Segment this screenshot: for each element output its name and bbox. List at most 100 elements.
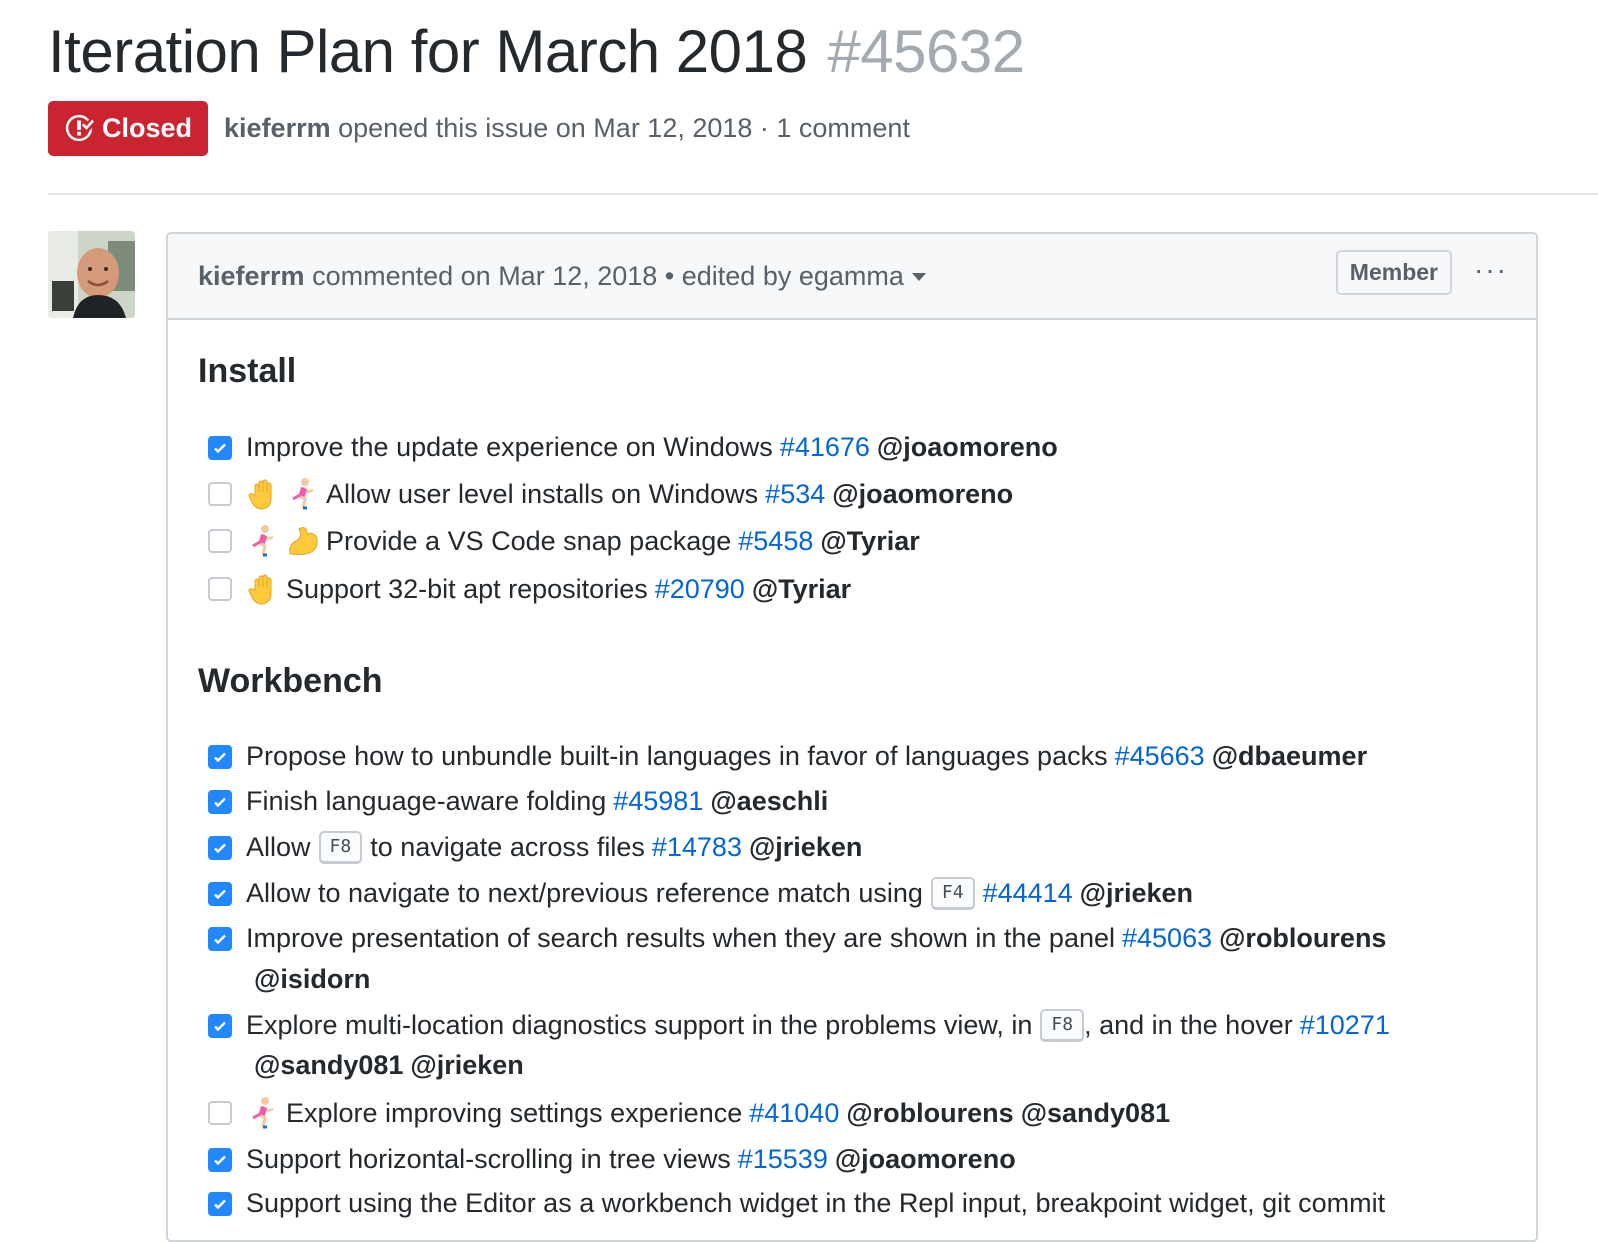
task-item: Support 32-bit apt repositories #20790 @Ty… [208, 572, 851, 606]
flexed-biceps-icon [289, 527, 318, 555]
user-mention[interactable]: @joaomoreno [877, 432, 1058, 463]
task-item: Allow F8 to navigate across files #14783 @jr… [208, 831, 862, 864]
check-icon [214, 752, 226, 762]
task-text: Finish language-aware folding [246, 786, 607, 816]
task-checkbox[interactable] [208, 835, 232, 860]
issue-link[interactable]: #534 [765, 479, 825, 510]
issue-link[interactable]: #10271 [1300, 1010, 1390, 1041]
check-icon [214, 443, 226, 453]
task-checkbox[interactable] [208, 881, 232, 906]
user-mention[interactable]: @dbaeumer [1212, 741, 1367, 772]
task-item: Allow user level installs on Windows #534… [208, 477, 1013, 511]
check-icon [214, 1155, 226, 1165]
task-checkbox[interactable] [208, 1101, 232, 1125]
issue-link[interactable]: #41676 [780, 432, 870, 463]
task-text: Explore improving settings experience [286, 1097, 743, 1128]
caret-down-icon[interactable] [911, 273, 926, 282]
user-mention[interactable]: @sandy081 [1021, 1098, 1170, 1129]
user-mention[interactable]: @roblourens [846, 1098, 1013, 1129]
check-icon [214, 889, 226, 899]
task-text: Propose how to unbundle built-in languag… [246, 741, 1108, 771]
issue-link[interactable]: #41040 [749, 1098, 839, 1129]
task-checkbox[interactable] [208, 435, 232, 460]
task-item: Improve the update experience on Windows… [208, 432, 1058, 463]
keyboard-key: F4 [930, 877, 975, 910]
task-text: to navigate across files [370, 832, 645, 862]
task-text: Support horizontal-scrolling in tree vie… [246, 1144, 731, 1174]
issue-opened-text: opened this issue on Mar 12, 2018 · 1 co… [338, 112, 910, 143]
task-item: Explore multi-location diagnostics suppo… [208, 1009, 1390, 1042]
member-badge: Member [1335, 250, 1452, 295]
issue-link[interactable]: #45063 [1122, 923, 1212, 954]
check-icon [214, 797, 226, 807]
runner-icon [252, 1097, 274, 1129]
comment-header-text: kieferrm commented on Mar 12, 2018 • edi… [198, 261, 926, 292]
task-text: Explore multi-location diagnostics suppo… [246, 1010, 1033, 1040]
check-icon [214, 1021, 226, 1031]
task-item: Explore improving settings experience #41… [208, 1096, 1170, 1130]
task-checkbox[interactable] [208, 1147, 232, 1172]
issue-link[interactable]: #44414 [983, 878, 1073, 909]
issue-closed-icon [65, 114, 94, 142]
user-mention[interactable]: @Tyriar [820, 526, 919, 557]
task-continuation: @isidorn [254, 964, 370, 995]
comment-edited-text[interactable]: commented on Mar 12, 2018 • edited by eg… [312, 261, 904, 291]
user-mention[interactable]: @jrieken [410, 1050, 523, 1080]
issue-link[interactable]: #5458 [738, 526, 813, 557]
check-icon [214, 934, 226, 944]
task-checkbox[interactable] [208, 1013, 232, 1038]
task-item: Propose how to unbundle built-in languag… [208, 741, 1367, 772]
raised-hand-icon [248, 574, 272, 605]
issue-title: Iteration Plan for March 2018 #45632 [48, 14, 1025, 90]
runner-icon [252, 525, 274, 557]
task-text: Allow [246, 832, 311, 862]
task-item: Allow to navigate to next/previous refer… [208, 877, 1193, 910]
issue-link[interactable]: #14783 [652, 832, 742, 863]
user-mention[interactable]: @joaomoreno [835, 1144, 1016, 1175]
issue-link[interactable]: #45981 [613, 786, 703, 817]
check-icon [214, 843, 226, 853]
task-text: Allow user level installs on Windows [326, 478, 759, 509]
more-dots-icon[interactable]: ··· [1474, 256, 1508, 284]
task-checkbox[interactable] [208, 577, 232, 601]
task-text: Improve presentation of search results w… [246, 923, 1115, 953]
issue-link[interactable]: #20790 [655, 574, 745, 605]
check-icon [214, 1199, 226, 1209]
comment-author-link[interactable]: kieferrm [198, 261, 305, 291]
issue-number: #45632 [827, 18, 1025, 85]
issue-link[interactable]: #15539 [738, 1144, 828, 1175]
task-text: Support 32-bit apt repositories [286, 573, 648, 604]
task-text: Support using the Editor as a workbench … [246, 1188, 1386, 1218]
task-item: Support using the Editor as a workbench … [208, 1188, 1385, 1219]
user-mention[interactable]: @isidorn [254, 964, 370, 994]
runner-icon [292, 478, 314, 510]
section-title-install: Install [198, 352, 297, 390]
user-mention[interactable]: @joaomoreno [832, 479, 1013, 510]
avatar-photo [48, 231, 135, 318]
task-item: Improve presentation of search results w… [208, 923, 1386, 954]
issue-meta-text: kieferrm opened this issue on Mar 12, 20… [224, 113, 910, 144]
issue-meta: Closed kieferrm opened this issue on Mar… [48, 100, 910, 156]
comment-box: kieferrm commented on Mar 12, 2018 • edi… [166, 232, 1538, 1242]
user-mention[interactable]: @Tyriar [752, 574, 851, 605]
task-checkbox[interactable] [208, 789, 232, 814]
user-mention[interactable]: @sandy081 [254, 1050, 403, 1080]
task-text: Allow to navigate to next/previous refer… [246, 878, 923, 908]
task-text: , and in the hover [1084, 1010, 1293, 1040]
task-continuation: @sandy081 @jrieken [254, 1050, 524, 1081]
task-checkbox[interactable] [208, 482, 232, 506]
user-mention[interactable]: @roblourens [1219, 923, 1386, 954]
task-checkbox[interactable] [208, 926, 232, 951]
user-mention[interactable]: @jrieken [749, 832, 862, 863]
comment-header: kieferrm commented on Mar 12, 2018 • edi… [168, 234, 1536, 320]
issue-author-link[interactable]: kieferrm [224, 113, 331, 143]
user-mention[interactable]: @jrieken [1080, 878, 1193, 909]
raised-hand-icon [248, 479, 272, 510]
task-item: Provide a VS Code snap package #5458 @Tyri… [208, 524, 920, 558]
task-checkbox[interactable] [208, 744, 232, 769]
user-mention[interactable]: @aeschli [710, 786, 828, 817]
avatar[interactable] [48, 231, 135, 318]
task-checkbox[interactable] [208, 1191, 232, 1216]
issue-link[interactable]: #45663 [1115, 741, 1205, 772]
task-checkbox[interactable] [208, 529, 232, 553]
